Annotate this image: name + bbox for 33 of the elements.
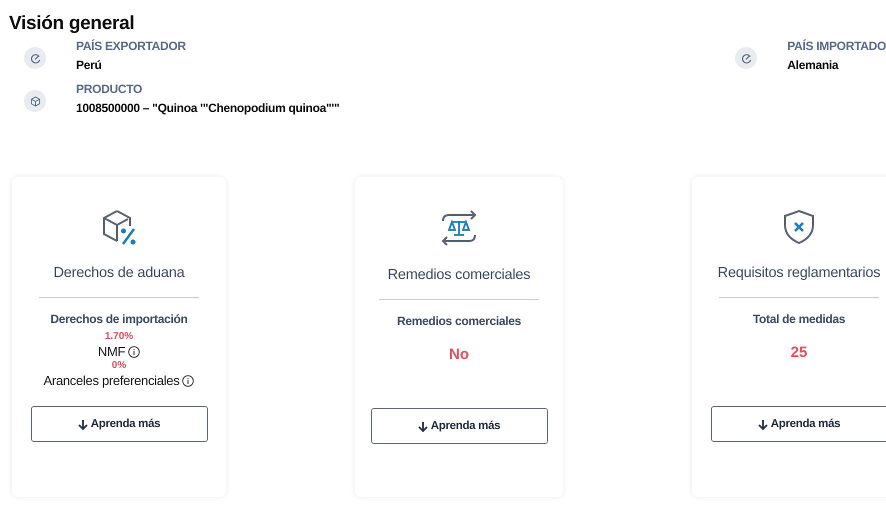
- arrow-down-icon: [78, 418, 88, 430]
- info-value: Alemania: [787, 58, 840, 72]
- learn-more-button[interactable]: Aprenda más: [30, 406, 208, 442]
- rate-label: NMF: [98, 344, 126, 359]
- measure-label: Derechos de importación: [50, 312, 188, 326]
- measure-label: Remedios comerciales: [396, 314, 522, 328]
- gauge-icon: [740, 52, 752, 64]
- measure-label: Total de medidas: [752, 312, 846, 326]
- shield-x-icon: [782, 209, 816, 245]
- info-value: 1008500000 – "Quinoa '"Chenopodium quinoa"'": [76, 101, 340, 115]
- card-title: Derechos de aduana: [53, 265, 185, 281]
- gauge-icon: [30, 52, 40, 64]
- learn-more-button[interactable]: Aprenda más: [710, 406, 886, 442]
- info-value: Perú: [76, 58, 102, 72]
- rate-value: 0%: [112, 359, 126, 373]
- page-title: Visión general: [9, 13, 134, 35]
- info-label: PRODUCTO: [76, 82, 144, 96]
- rate-label: Aranceles preferenciales: [44, 373, 180, 388]
- arrow-down-icon: [758, 418, 768, 430]
- info-label: PAÍS IMPORTADO: [787, 39, 886, 53]
- rate-value: 1.70%: [104, 330, 134, 344]
- box-percent-icon: [101, 209, 137, 245]
- measure-value: No: [448, 346, 469, 363]
- learn-more-button[interactable]: Aprenda más: [370, 408, 548, 444]
- info-icon[interactable]: [128, 346, 140, 358]
- measure-value: 25: [790, 344, 808, 361]
- cube-icon: [30, 96, 40, 106]
- card-title: Remedios comerciales: [388, 267, 530, 283]
- info-label: PAÍS EXPORTADOR: [76, 39, 186, 53]
- scales-arrows-icon: [440, 209, 478, 247]
- card-title: Requisitos reglamentarios: [718, 265, 880, 281]
- arrow-down-icon: [418, 420, 428, 432]
- info-icon[interactable]: [182, 374, 194, 386]
